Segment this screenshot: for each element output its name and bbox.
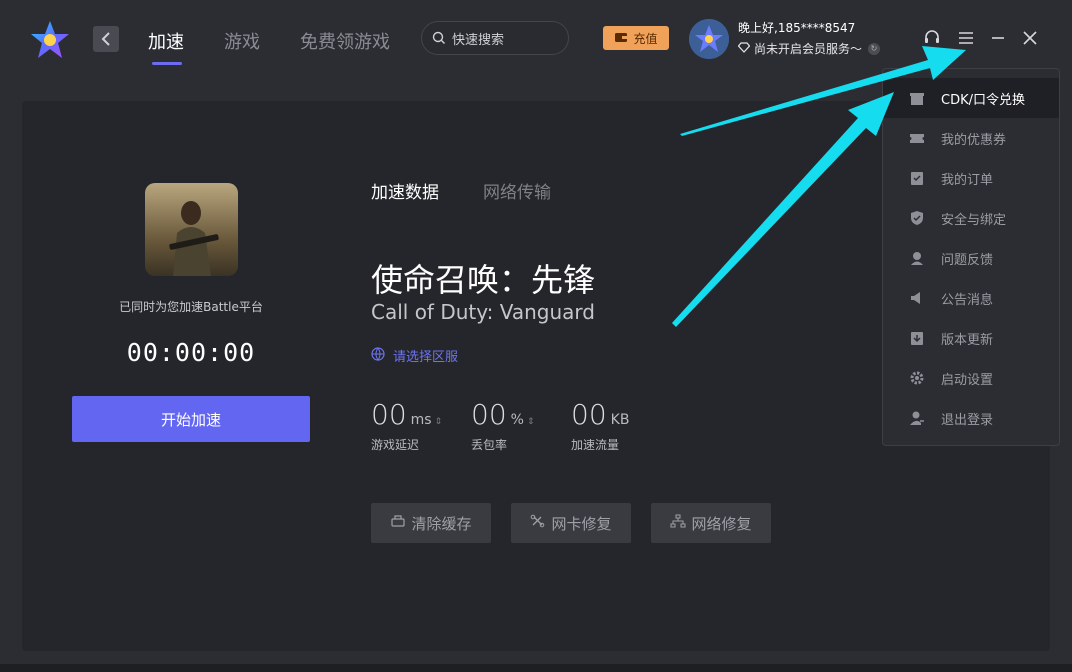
traffic-label: 加速流量	[571, 438, 620, 452]
back-button[interactable]	[93, 26, 119, 52]
game-cover-image	[145, 183, 238, 276]
menu-item-announcements[interactable]: 公告消息	[883, 278, 1059, 318]
sort-arrows-icon: ⇕	[434, 417, 443, 427]
menu-item-coupons[interactable]: 我的优惠券	[883, 118, 1059, 158]
tab-acceleration-data[interactable]: 加速数据	[371, 178, 439, 203]
network-icon	[670, 514, 686, 532]
platform-note: 已同时为您加速Battle平台	[119, 300, 263, 314]
menu-item-security[interactable]: 安全与绑定	[883, 198, 1059, 238]
megaphone-icon	[909, 290, 925, 306]
order-icon	[909, 170, 925, 186]
latency-value: 00	[371, 398, 407, 431]
gear-icon	[909, 370, 925, 386]
chevron-left-icon	[101, 32, 110, 46]
clear-cache-label: 清除缓存	[411, 514, 472, 533]
nic-repair-button[interactable]: 网卡修复	[511, 503, 631, 543]
logout-icon	[909, 410, 925, 426]
latency-label: 游戏延迟	[371, 438, 420, 452]
tab-free-games[interactable]: 免费领游戏	[300, 28, 390, 54]
tab-network-transfer[interactable]: 网络传输	[483, 178, 551, 203]
broom-icon	[390, 514, 406, 532]
menu-item-version-update[interactable]: 版本更新	[883, 318, 1059, 358]
sort-arrows-icon: ⇕	[526, 417, 535, 427]
menu-item-orders[interactable]: 我的订单	[883, 158, 1059, 198]
feedback-icon	[909, 250, 925, 266]
support-icon	[925, 30, 939, 43]
menu-item-label: CDK/口令兑换	[941, 92, 1025, 108]
tab-games[interactable]: 游戏	[224, 28, 260, 54]
clear-cache-button[interactable]: 清除缓存	[371, 503, 491, 543]
update-icon	[909, 330, 925, 346]
latency-unit: ms	[410, 412, 432, 428]
menu-icon	[959, 32, 973, 44]
region-selector[interactable]: 请选择区服	[371, 346, 458, 365]
menu-item-logout[interactable]: 退出登录	[883, 398, 1059, 438]
nic-repair-label: 网卡修复	[551, 514, 612, 533]
search-placeholder: 快速搜索	[452, 32, 505, 48]
traffic-unit: KB	[610, 412, 630, 428]
menu-item-label: 公告消息	[941, 292, 994, 308]
menu-item-label: 我的优惠券	[941, 132, 1007, 148]
packet-loss-stat: 00% ⇕ 丢包率	[471, 398, 535, 452]
coupon-icon	[909, 130, 925, 146]
taskbar-strip	[0, 664, 1072, 672]
network-repair-button[interactable]: 网络修复	[651, 503, 771, 543]
acceleration-timer: 00:00:00	[126, 338, 256, 367]
member-status-text: 尚未开启会员服务～	[754, 42, 863, 56]
latency-stat: 00 ms ⇕ 游戏延迟	[371, 398, 443, 452]
shield-icon	[909, 210, 925, 226]
avatar[interactable]	[689, 19, 729, 59]
menu-item-label: 退出登录	[941, 412, 994, 428]
game-title-en: Call of Duty: Vanguard	[371, 300, 595, 324]
menu-item-startup-settings[interactable]: 启动设置	[883, 358, 1059, 398]
network-repair-label: 网络修复	[691, 514, 752, 533]
active-tab-indicator	[152, 62, 182, 65]
recharge-button[interactable]: 充值	[603, 26, 669, 50]
search-input[interactable]: 快速搜索	[421, 21, 569, 55]
member-status[interactable]: 尚未开启会员服务～ ↻	[737, 40, 881, 57]
traffic-stat: 00 KB 加速流量	[571, 398, 630, 452]
packet-loss-unit: %	[510, 412, 524, 428]
region-label: 请选择区服	[393, 350, 459, 365]
recharge-label: 充值	[633, 31, 658, 46]
diamond-icon	[737, 41, 751, 56]
menu-item-label: 问题反馈	[941, 252, 994, 268]
minimize-button[interactable]	[988, 28, 1008, 48]
wrench-icon	[530, 514, 546, 532]
tab-accelerate[interactable]: 加速	[148, 28, 184, 54]
minimize-icon	[992, 37, 1004, 39]
menu-item-label: 我的订单	[941, 172, 994, 188]
user-greeting: 晚上好,185****8547	[738, 21, 856, 35]
menu-button[interactable]	[956, 28, 976, 48]
support-button[interactable]	[922, 28, 942, 48]
settings-dropdown-menu: CDK/口令兑换 我的优惠券 我的订单 安全与绑定 问题反馈 公告消息 版本更新…	[882, 68, 1060, 446]
packet-loss-value: 00	[471, 398, 507, 431]
menu-item-label: 启动设置	[941, 372, 994, 388]
menu-item-label: 版本更新	[941, 332, 994, 348]
app-logo	[28, 18, 72, 62]
globe-icon	[371, 346, 385, 365]
game-title-cn: 使命召唤：先锋	[371, 261, 596, 299]
refresh-icon[interactable]: ↻	[868, 42, 881, 55]
close-button[interactable]	[1020, 28, 1040, 48]
search-icon	[432, 31, 445, 44]
packet-loss-label: 丢包率	[471, 438, 508, 452]
wallet-icon	[614, 31, 628, 46]
menu-item-label: 安全与绑定	[941, 212, 1007, 228]
start-acceleration-button[interactable]: 开始加速	[72, 396, 310, 442]
close-icon	[1023, 31, 1037, 45]
gift-icon	[909, 90, 925, 106]
menu-item-feedback[interactable]: 问题反馈	[883, 238, 1059, 278]
menu-item-cdk-redeem[interactable]: CDK/口令兑换	[883, 78, 1059, 118]
traffic-value: 00	[571, 398, 607, 431]
